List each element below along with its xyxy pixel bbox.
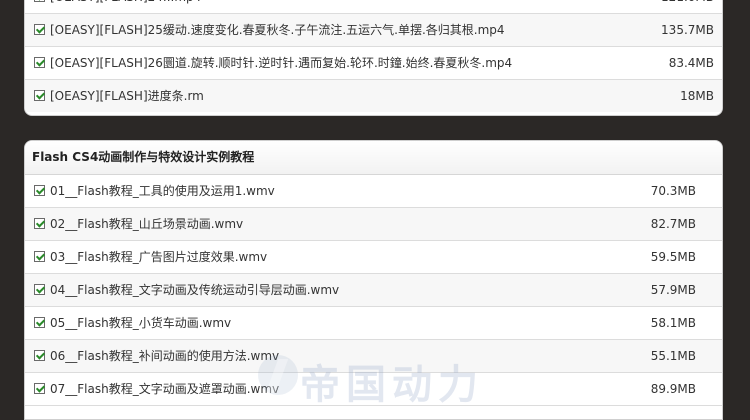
file-size: 70.3MB <box>650 184 696 198</box>
file-name: 02__Flash教程_山丘场景动画.wmv <box>50 217 244 231</box>
file-row: [OEASY][FLASH]24...mp4 121.0MB <box>25 0 722 14</box>
file-name: [OEASY][FLASH]进度条.rm <box>50 89 204 103</box>
file-size: 18MB <box>680 89 714 103</box>
file-row: 06__Flash教程_补间动画的使用方法.wmv 55.1MB <box>25 340 722 373</box>
file-checkbox[interactable] <box>34 218 45 229</box>
file-size: 89.9MB <box>650 382 696 396</box>
file-size: 82.7MB <box>650 217 696 231</box>
file-row: [OEASY][FLASH]25缓动.速度变化.春夏秋冬.子午流注.五运六气.单… <box>25 14 722 47</box>
section-title: Flash CS4动画制作与特效设计实例教程 <box>25 141 722 175</box>
file-list-panel-flash-cs4: Flash CS4动画制作与特效设计实例教程 01__Flash教程_工具的使用… <box>24 140 723 420</box>
file-name: [OEASY][FLASH]26圜道.旋转.顺时针.逆时针.遇而复始.轮环.时鐘… <box>50 56 513 70</box>
file-list: 01__Flash教程_工具的使用及运用1.wmv 70.3MB 02__Fla… <box>25 175 722 406</box>
file-size: 135.7MB <box>661 23 714 37</box>
file-size: 55.1MB <box>650 349 696 363</box>
file-checkbox[interactable] <box>34 185 45 196</box>
file-size: 83.4MB <box>668 56 714 70</box>
file-name: [OEASY][FLASH]24...mp4 <box>50 0 201 13</box>
file-name: 06__Flash教程_补间动画的使用方法.wmv <box>50 349 280 363</box>
file-size: 121.0MB <box>661 0 714 13</box>
file-name: [OEASY][FLASH]25缓动.速度变化.春夏秋冬.子午流注.五运六气.单… <box>50 23 505 37</box>
file-size: 57.9MB <box>650 283 696 297</box>
file-checkbox[interactable] <box>34 350 45 361</box>
file-row: [OEASY][FLASH]进度条.rm 18MB <box>25 80 722 112</box>
watermark-logo-icon <box>258 355 298 395</box>
file-list-panel-oeasy: [OEASY][FLASH]24...mp4 121.0MB [OEASY][F… <box>24 0 723 116</box>
file-checkbox[interactable] <box>34 317 45 328</box>
file-row: 02__Flash教程_山丘场景动画.wmv 82.7MB <box>25 208 722 241</box>
file-checkbox[interactable] <box>34 284 45 295</box>
file-checkbox[interactable] <box>34 0 45 2</box>
file-name: 04__Flash教程_文字动画及传统运动引导层动画.wmv <box>50 283 340 297</box>
file-checkbox[interactable] <box>34 57 45 68</box>
file-name: 01__Flash教程_工具的使用及运用1.wmv <box>50 184 275 198</box>
file-size: 58.1MB <box>650 316 696 330</box>
file-name: 03__Flash教程_广告图片过度效果.wmv <box>50 250 268 264</box>
file-row: 05__Flash教程_小货车动画.wmv 58.1MB <box>25 307 722 340</box>
file-checkbox[interactable] <box>34 24 45 35</box>
file-row: 07__Flash教程_文字动画及遮罩动画.wmv 89.9MB <box>25 373 722 406</box>
file-row: 04__Flash教程_文字动画及传统运动引导层动画.wmv 57.9MB <box>25 274 722 307</box>
file-size: 59.5MB <box>650 250 696 264</box>
file-checkbox[interactable] <box>34 251 45 262</box>
file-row: 03__Flash教程_广告图片过度效果.wmv 59.5MB <box>25 241 722 274</box>
file-row: 01__Flash教程_工具的使用及运用1.wmv 70.3MB <box>25 175 722 208</box>
file-name: 07__Flash教程_文字动画及遮罩动画.wmv <box>50 382 280 396</box>
file-row: [OEASY][FLASH]26圜道.旋转.顺时针.逆时针.遇而复始.轮环.时鐘… <box>25 47 722 80</box>
file-name: 05__Flash教程_小货车动画.wmv <box>50 316 232 330</box>
file-checkbox[interactable] <box>34 383 45 394</box>
file-checkbox[interactable] <box>34 90 45 101</box>
